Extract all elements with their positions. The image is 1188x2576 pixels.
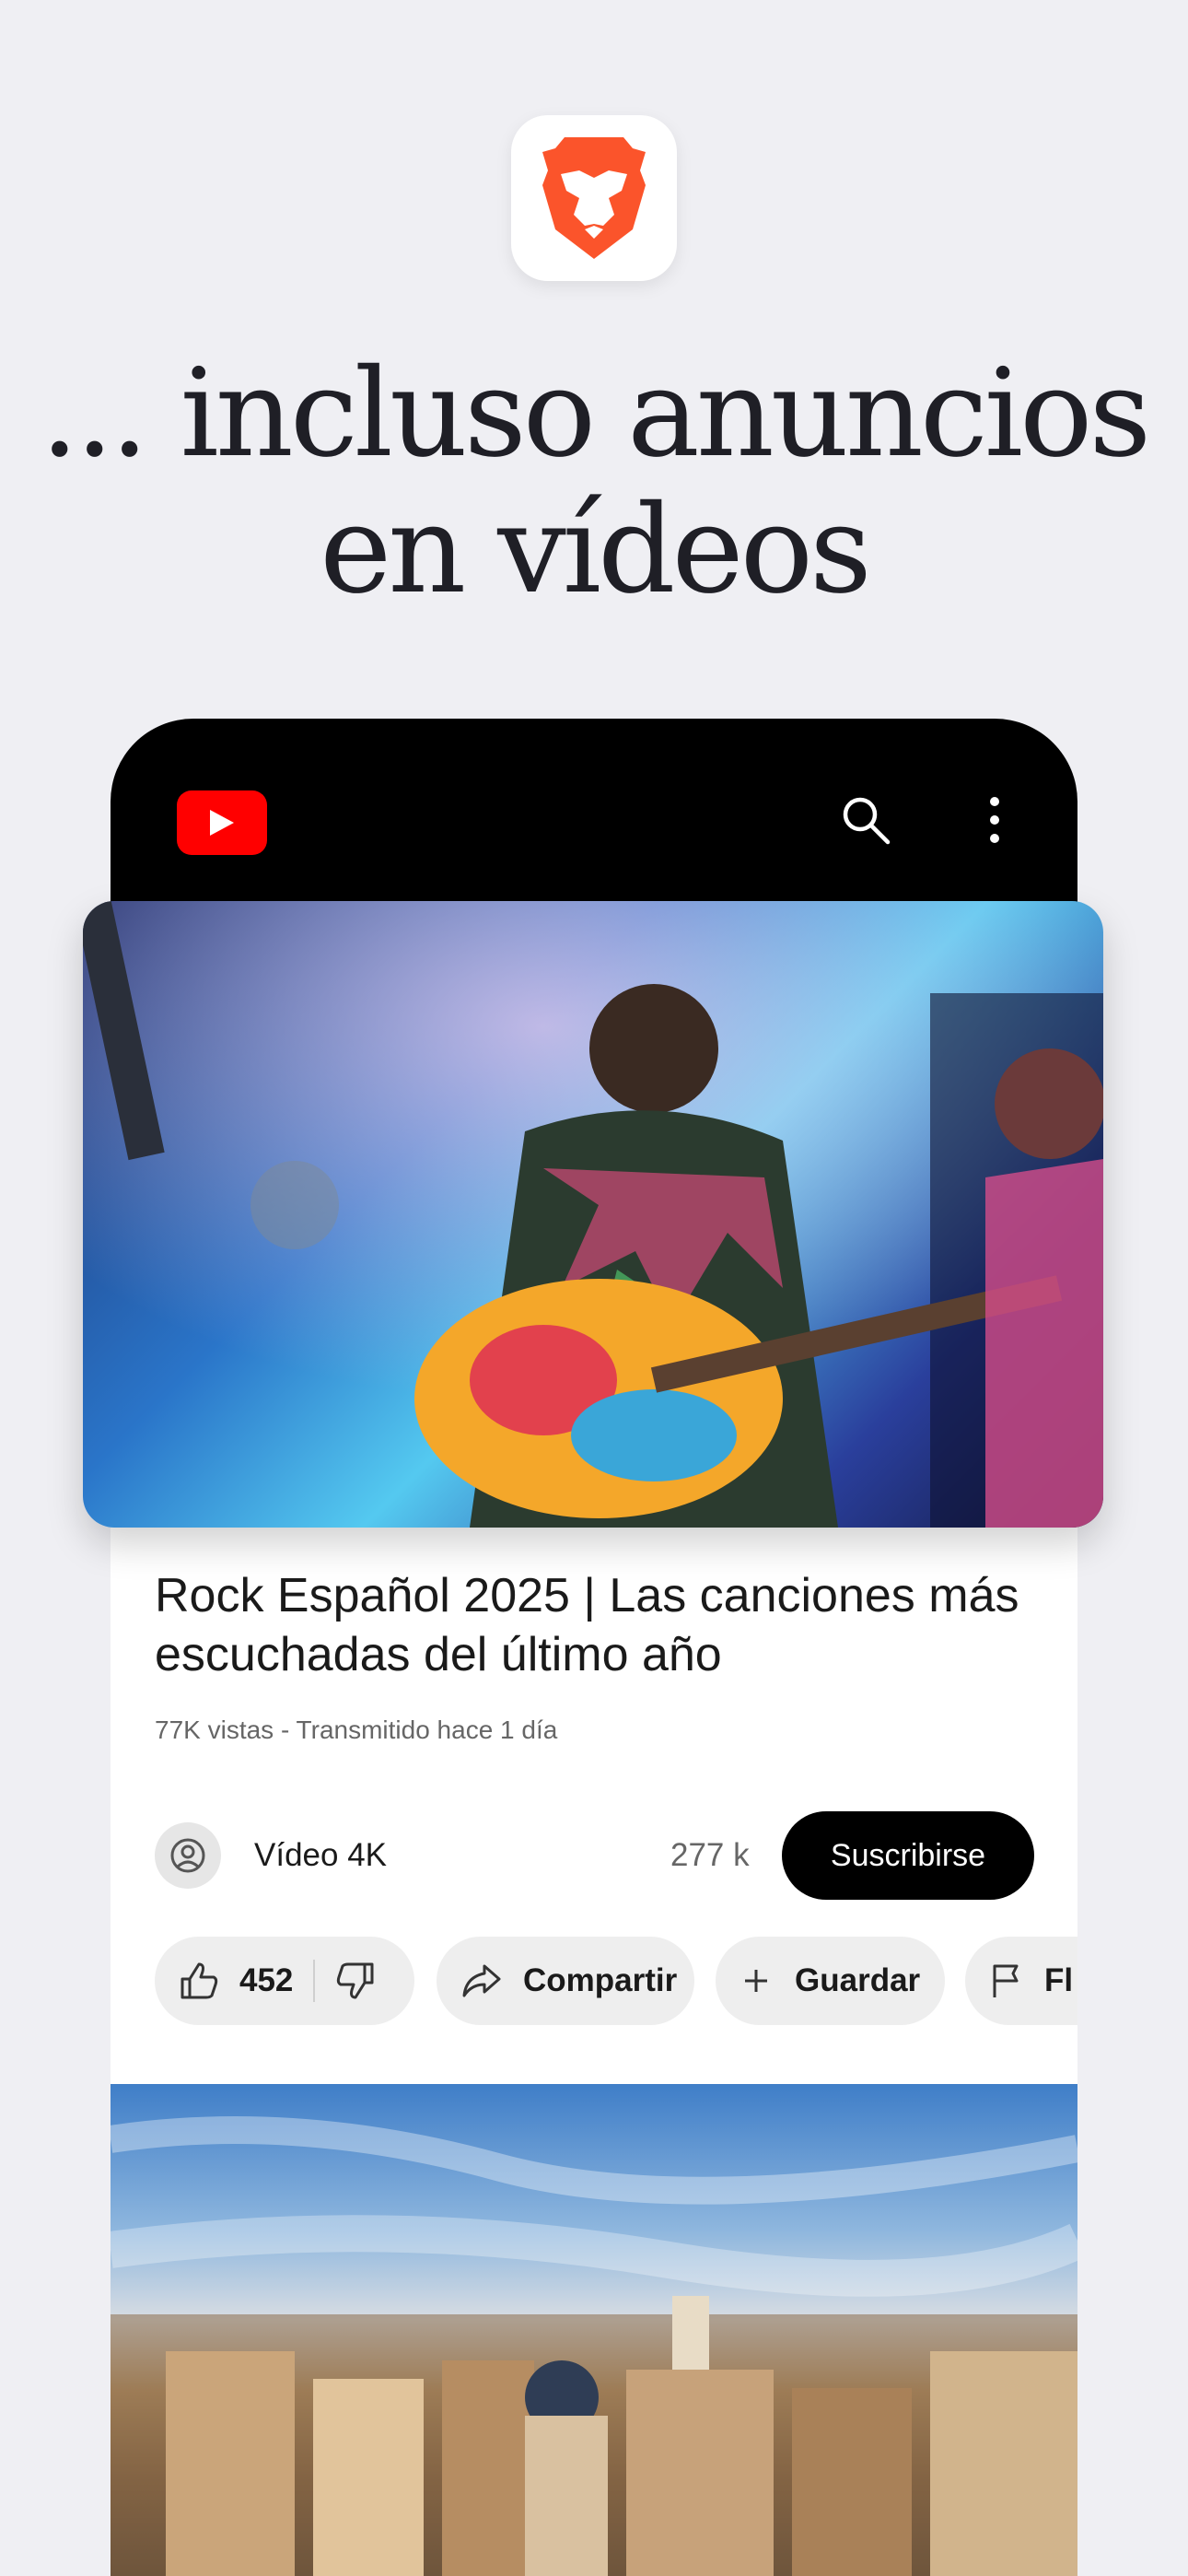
save-label: Guardar bbox=[795, 1962, 921, 1998]
flag-icon bbox=[993, 1964, 1019, 1997]
city-image bbox=[111, 2116, 1077, 2576]
search-icon[interactable] bbox=[838, 792, 893, 848]
play-icon bbox=[210, 810, 234, 836]
headline-line-1: ... incluso anuncios bbox=[40, 343, 1152, 485]
more-vertical-icon[interactable] bbox=[967, 792, 1022, 848]
flag-button[interactable]: Fl bbox=[965, 1937, 1077, 2025]
video-thumbnail[interactable] bbox=[83, 901, 1103, 1528]
youtube-top-bar bbox=[111, 719, 1077, 921]
thumbs-down-icon[interactable] bbox=[335, 1961, 376, 2001]
brave-lion-icon bbox=[542, 137, 646, 259]
subscriber-count: 277 k bbox=[670, 1837, 750, 1873]
headline-line-2: en vídeos bbox=[320, 479, 872, 621]
channel-name[interactable]: Vídeo 4K bbox=[254, 1837, 387, 1874]
share-label: Compartir bbox=[523, 1962, 678, 1998]
avatar[interactable] bbox=[155, 1822, 221, 1889]
like-dislike-pill: 452 bbox=[155, 1937, 414, 2025]
share-button[interactable]: Compartir bbox=[437, 1937, 694, 2025]
like-divider bbox=[313, 1960, 316, 2002]
user-icon bbox=[170, 1838, 205, 1873]
subscribe-button[interactable]: Suscribirse bbox=[782, 1811, 1034, 1900]
brave-app-icon bbox=[511, 115, 677, 281]
concert-image bbox=[83, 901, 1103, 1528]
video-meta: 77K vistas - Transmitido hace 1 día bbox=[155, 1715, 558, 1744]
share-icon bbox=[462, 1964, 501, 1997]
thumbs-up-icon[interactable] bbox=[179, 1961, 219, 2001]
channel-row: Vídeo 4K 277 k Suscribirse bbox=[155, 1811, 1034, 1900]
video-title[interactable]: Rock Español 2025 | Las canciones más es… bbox=[155, 1566, 1039, 1684]
flag-label: Fl bbox=[1044, 1962, 1074, 1998]
save-button[interactable]: Guardar bbox=[716, 1937, 945, 2025]
youtube-logo[interactable] bbox=[177, 790, 267, 855]
like-count[interactable]: 452 bbox=[239, 1962, 293, 1999]
next-video-thumbnail[interactable] bbox=[111, 2084, 1077, 2576]
action-bar: 452 Compartir Guardar Fl bbox=[155, 1937, 1077, 2025]
plus-icon bbox=[745, 1970, 767, 1992]
headline: ... incluso anuncios en vídeos bbox=[0, 345, 1188, 618]
